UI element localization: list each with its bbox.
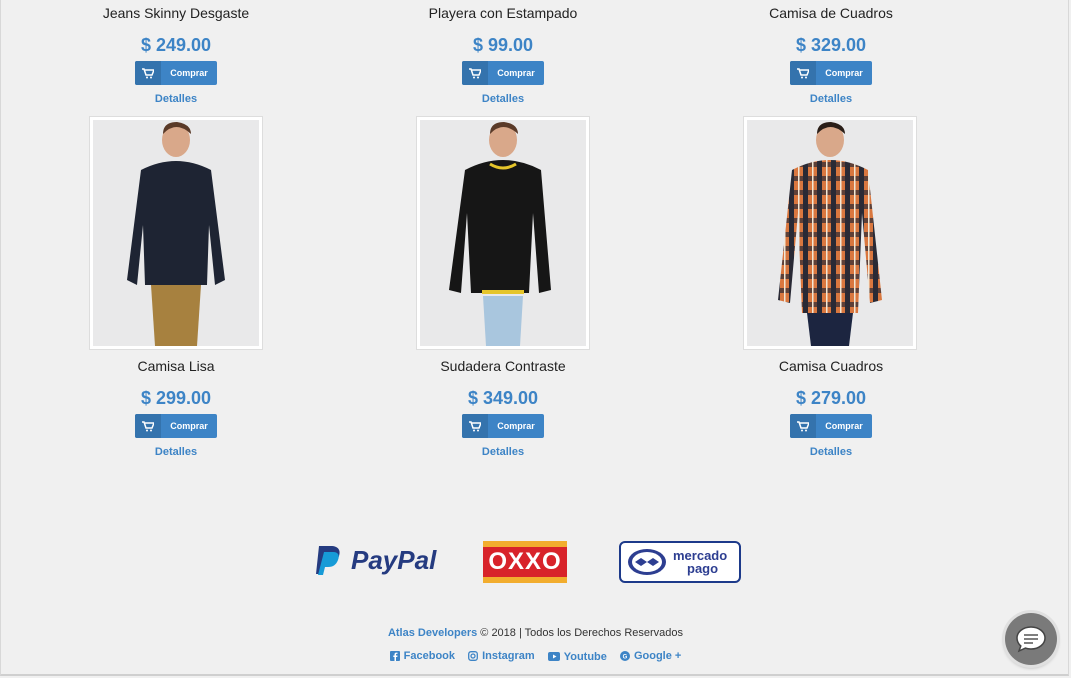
buy-button-label: Comprar xyxy=(825,421,863,431)
product-card: Camisa Cuadros $ 279.00 Comprar Detalles xyxy=(711,357,951,458)
youtube-icon xyxy=(547,652,560,661)
paypal-logo: PayPal xyxy=(315,544,436,576)
buy-button-label: Comprar xyxy=(497,68,535,78)
cart-icon xyxy=(462,61,488,85)
details-link[interactable]: Detalles xyxy=(711,446,951,458)
product-card: Camisa de Cuadros $ 329.00 Comprar Detal… xyxy=(711,4,951,105)
instagram-link[interactable]: Instagram xyxy=(468,650,535,662)
facebook-icon xyxy=(389,651,400,661)
cart-icon xyxy=(462,414,488,438)
product-card: Playera con Estampado $ 99.00 Comprar De… xyxy=(383,4,623,105)
product-price: $ 299.00 xyxy=(140,388,212,408)
product-price: $ 99.00 xyxy=(472,35,534,55)
details-link[interactable]: Detalles xyxy=(56,93,296,105)
buy-button-label: Comprar xyxy=(170,421,208,431)
oxxo-logo: OXXO xyxy=(483,541,567,583)
cart-icon xyxy=(135,61,161,85)
chat-button[interactable] xyxy=(1005,613,1057,665)
product-price: $ 329.00 xyxy=(795,35,867,55)
facebook-link[interactable]: Facebook xyxy=(389,650,455,662)
mercado-pago-logo: mercado pago xyxy=(619,541,741,583)
product-price: $ 249.00 xyxy=(140,35,212,55)
product-name: Playera con Estampado xyxy=(428,5,578,21)
product-name: Camisa de Cuadros xyxy=(769,5,893,21)
instagram-icon xyxy=(468,651,479,661)
footer-text: © 2018 | Todos los Derechos Reservados xyxy=(480,627,684,639)
product-name: Jeans Skinny Desgaste xyxy=(102,5,250,21)
details-link[interactable]: Detalles xyxy=(711,93,951,105)
chat-icon xyxy=(1016,626,1046,653)
product-image[interactable] xyxy=(89,116,263,350)
google-plus-link[interactable]: G Google + xyxy=(619,650,681,662)
product-card: Camisa Lisa $ 299.00 Comprar Detalles xyxy=(56,357,296,458)
svg-text:G: G xyxy=(623,654,628,660)
buy-button-label: Comprar xyxy=(497,421,535,431)
product-name: Sudadera Contraste xyxy=(440,358,566,374)
buy-button[interactable]: Comprar xyxy=(790,414,872,438)
details-link[interactable]: Detalles xyxy=(383,446,623,458)
product-name: Camisa Cuadros xyxy=(778,358,884,374)
cart-icon xyxy=(135,414,161,438)
copyright: Atlas Developers © 2018 | Todos los Dere… xyxy=(0,627,1071,639)
product-price: $ 349.00 xyxy=(467,388,539,408)
youtube-link[interactable]: Youtube xyxy=(547,651,607,663)
google-plus-icon: G xyxy=(619,651,630,661)
footer-brand-link[interactable]: Atlas Developers xyxy=(388,627,477,639)
product-card: Sudadera Contraste $ 349.00 Comprar Deta… xyxy=(383,357,623,458)
product-price: $ 279.00 xyxy=(795,388,867,408)
buy-button[interactable]: Comprar xyxy=(462,414,544,438)
buy-button[interactable]: Comprar xyxy=(462,61,544,85)
buy-button-label: Comprar xyxy=(825,68,863,78)
product-image[interactable] xyxy=(416,116,590,350)
social-links: Facebook Instagram Youtube G Google + xyxy=(0,650,1071,664)
cart-icon xyxy=(790,414,816,438)
buy-button-label: Comprar xyxy=(170,68,208,78)
buy-button[interactable]: Comprar xyxy=(135,414,217,438)
buy-button[interactable]: Comprar xyxy=(790,61,872,85)
details-link[interactable]: Detalles xyxy=(56,446,296,458)
product-card: Jeans Skinny Desgaste $ 249.00 Comprar D… xyxy=(56,4,296,105)
payment-logos: PayPal OXXO mercado pago xyxy=(0,540,1071,586)
cart-icon xyxy=(790,61,816,85)
buy-button[interactable]: Comprar xyxy=(135,61,217,85)
product-name: Camisa Lisa xyxy=(137,358,215,374)
details-link[interactable]: Detalles xyxy=(383,93,623,105)
product-image[interactable] xyxy=(743,116,917,350)
